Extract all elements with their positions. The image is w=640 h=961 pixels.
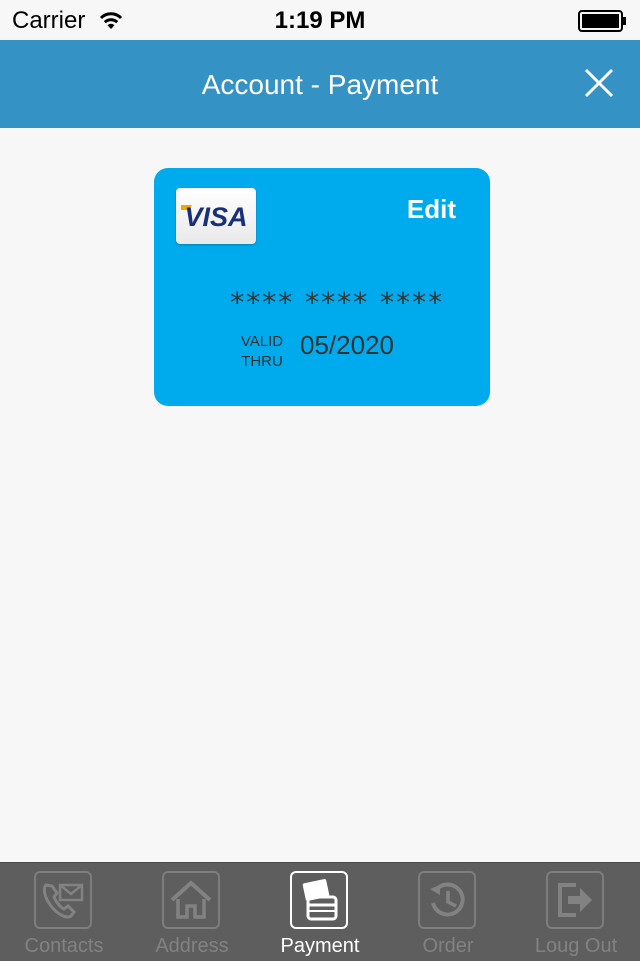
expiry-date: 05/2020 — [300, 330, 394, 360]
valid-label-line2: THRU — [241, 353, 283, 370]
tab-order[interactable]: Order — [384, 863, 512, 961]
logout-icon — [546, 871, 604, 929]
home-icon — [162, 871, 220, 929]
status-bar: Carrier 1:19 PM — [0, 0, 640, 40]
cards-icon — [290, 871, 348, 929]
tab-bar: Contacts Address Payment Order Loug Out — [0, 862, 640, 961]
close-icon[interactable] — [582, 66, 616, 100]
payment-card[interactable]: VISA Edit **** **** **** VALID THRU 05/2… — [154, 168, 490, 406]
edit-button[interactable]: Edit — [407, 194, 456, 225]
tab-label: Contacts — [24, 935, 104, 957]
tab-logout[interactable]: Loug Out — [512, 863, 640, 961]
tab-label: Address — [155, 935, 229, 957]
valid-label-line1: VALID — [240, 333, 284, 350]
valid-thru-label: VALID THRU — [236, 332, 288, 372]
history-icon — [418, 871, 476, 929]
tab-contacts[interactable]: Contacts — [0, 863, 128, 961]
card-number: **** **** **** — [230, 286, 444, 319]
tab-payment[interactable]: Payment — [256, 863, 384, 961]
phone-mail-icon — [34, 871, 92, 929]
tab-label: Order — [422, 935, 474, 957]
svg-text:VISA: VISA — [184, 202, 247, 232]
nav-bar: Account - Payment — [0, 40, 640, 128]
clock: 1:19 PM — [274, 7, 366, 34]
visa-logo: VISA — [176, 188, 256, 244]
tab-label: Payment — [280, 935, 360, 957]
tab-label: Loug Out — [534, 935, 618, 957]
page-title: Account - Payment — [201, 69, 439, 100]
battery-icon — [578, 10, 628, 37]
tab-address[interactable]: Address — [128, 863, 256, 961]
